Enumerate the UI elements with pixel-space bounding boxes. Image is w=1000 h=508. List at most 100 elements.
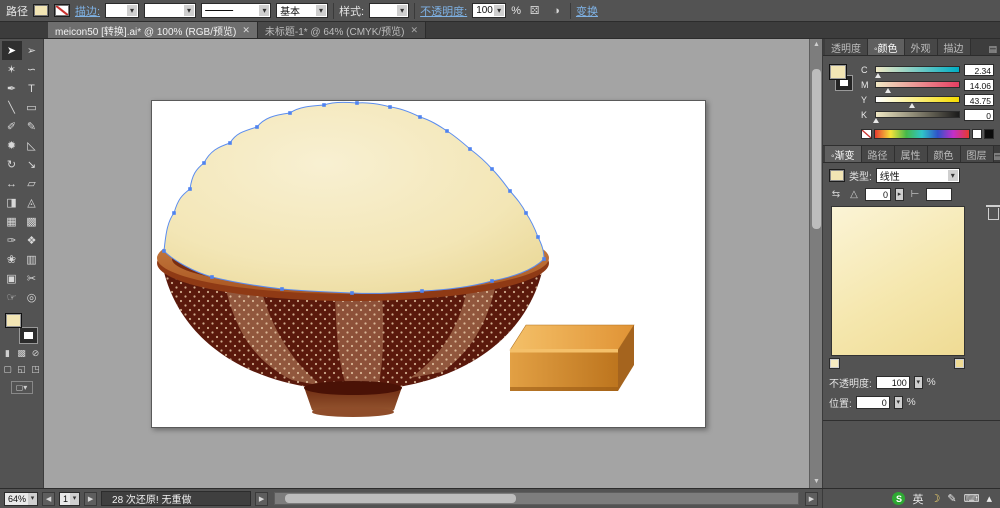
zoom-level-combo[interactable]: 64%	[4, 491, 39, 506]
channel-value-input[interactable]: 43.75	[964, 93, 994, 106]
direct-selection-tool[interactable]: ➢	[22, 41, 42, 60]
horizontal-scroll-thumb[interactable]	[285, 494, 516, 503]
fill-stroke-widget[interactable]	[4, 313, 39, 343]
stroke-swatch[interactable]	[19, 328, 37, 343]
gradient-stop-end[interactable]	[954, 358, 965, 369]
gradient-tool[interactable]: ▩	[22, 212, 42, 231]
free-transform-tool[interactable]: ▱	[22, 174, 42, 193]
delete-stop-icon[interactable]	[986, 205, 1000, 220]
magic-wand-tool[interactable]: ✶	[2, 60, 22, 79]
gradient-type-combo[interactable]: 线性	[875, 168, 960, 183]
none-swatch-icon[interactable]	[861, 129, 872, 139]
channel-value-input[interactable]: 2.34	[964, 63, 994, 76]
shape-mode-icon[interactable]: ◑	[548, 3, 565, 19]
anchor-point[interactable]	[490, 167, 494, 171]
anchor-point[interactable]	[280, 287, 284, 291]
scroll-right-icon[interactable]: ▶	[805, 491, 818, 506]
paintbrush-tool[interactable]: ✐	[2, 117, 22, 136]
pencil-tool[interactable]: ✎	[22, 117, 42, 136]
black-swatch[interactable]	[984, 129, 994, 139]
status-menu-icon[interactable]: ▶	[255, 491, 269, 506]
perspective-grid-tool[interactable]: ◬	[22, 193, 42, 212]
horizontal-scrollbar[interactable]	[274, 492, 799, 505]
graphic-style-combo[interactable]	[369, 3, 410, 18]
anchor-point[interactable]	[255, 125, 259, 129]
document-tab[interactable]: meicon50 [转换].ai* @ 100% (RGB/预览) ✕	[48, 22, 258, 38]
gradient-swatch[interactable]	[829, 169, 845, 182]
eyedropper-tool[interactable]: ✑	[2, 231, 22, 250]
anchor-point[interactable]	[228, 141, 232, 145]
artboard[interactable]	[151, 100, 706, 428]
panel-menu-icon[interactable]: ▤	[988, 44, 997, 55]
screen-mode-button[interactable]: ▢▾	[10, 381, 33, 394]
moon-icon[interactable]: ☽	[930, 492, 940, 505]
anchor-point[interactable]	[188, 187, 192, 191]
brush-definition-combo[interactable]: ———	[201, 3, 272, 18]
gradient-mode-icon[interactable]: ▩	[16, 348, 27, 359]
draw-normal-icon[interactable]: ▢	[2, 364, 13, 375]
sogou-icon[interactable]: S	[892, 492, 906, 505]
blob-brush-tool[interactable]: ✹	[2, 136, 22, 155]
channel-slider[interactable]	[875, 81, 960, 93]
channel-slider[interactable]	[873, 111, 960, 123]
anchor-point[interactable]	[322, 103, 326, 107]
channel-value-input[interactable]: 14.06	[964, 78, 994, 91]
anchor-point[interactable]	[350, 291, 354, 295]
canvas-area[interactable]: ▲ ▼	[44, 39, 822, 488]
anchor-point[interactable]	[468, 147, 472, 151]
gradient-aspect-input[interactable]	[926, 188, 952, 201]
anchor-point[interactable]	[490, 279, 494, 283]
stroke-color-swatch[interactable]	[54, 4, 70, 17]
anchor-point[interactable]	[162, 249, 166, 253]
mesh-tool[interactable]: ▦	[2, 212, 22, 231]
pen-tool[interactable]: ✒	[2, 79, 22, 98]
slider-thumb-icon[interactable]	[909, 103, 916, 108]
vertical-scrollbar[interactable]: ▲ ▼	[809, 39, 822, 488]
transform-link[interactable]: 变换	[576, 3, 598, 19]
panel-tab[interactable]: 属性	[894, 146, 928, 162]
keyboard-icon[interactable]: ⌨	[964, 492, 980, 505]
gradient-opacity-input[interactable]: 100	[875, 376, 910, 389]
type-tool[interactable]: T	[22, 79, 42, 98]
gradient-stop-start[interactable]	[829, 358, 840, 369]
close-icon[interactable]: ✕	[411, 25, 419, 36]
shape-builder-tool[interactable]: ◨	[2, 193, 22, 212]
anchor-point[interactable]	[418, 115, 422, 119]
anchor-point[interactable]	[445, 129, 449, 133]
white-swatch[interactable]	[972, 129, 982, 139]
spinner-icon[interactable]: ▾	[893, 396, 903, 409]
anchor-point[interactable]	[508, 189, 512, 193]
gradient-position-input[interactable]: 0	[855, 396, 890, 409]
panel-tab[interactable]: 描边	[937, 39, 971, 55]
stroke-link[interactable]: 描边:	[75, 3, 100, 19]
reverse-gradient-icon[interactable]: ⇆	[829, 189, 843, 200]
panel-fill-stroke-widget[interactable]	[829, 62, 855, 102]
bowl-foot[interactable]	[304, 381, 402, 417]
rectangle-tool[interactable]: ▭	[22, 98, 42, 117]
close-icon[interactable]: ✕	[242, 25, 250, 36]
channel-slider[interactable]	[875, 96, 960, 108]
previous-page-icon[interactable]: ◀	[42, 491, 56, 506]
panel-tab[interactable]: 外观	[904, 39, 938, 55]
hand-tool[interactable]: ☞	[2, 288, 22, 307]
fill-color-swatch[interactable]	[33, 4, 49, 17]
document-tab[interactable]: 未标题-1* @ 64% (CMYK/预览) ✕	[257, 22, 427, 38]
anchor-point[interactable]	[355, 101, 359, 105]
anchor-point[interactable]	[288, 111, 292, 115]
none-mode-icon[interactable]: ⊘	[30, 348, 41, 359]
rotate-tool[interactable]: ↻	[2, 155, 22, 174]
zoom-tool[interactable]: ◎	[22, 288, 42, 307]
gradient-preview[interactable]	[831, 206, 965, 356]
basic-appearance-combo[interactable]: 基本	[276, 3, 329, 18]
panel-tab[interactable]: 路径	[861, 146, 895, 162]
scroll-down-icon[interactable]: ▼	[810, 476, 822, 488]
artboard-tool[interactable]: ▣	[2, 269, 22, 288]
blend-tool[interactable]: ❖	[22, 231, 42, 250]
page-number-combo[interactable]: 1	[59, 491, 81, 506]
status-display[interactable]: 28 次还原! 无重做	[101, 491, 252, 506]
stroke-width-combo[interactable]	[105, 3, 140, 18]
lasso-tool[interactable]: ∽	[22, 60, 42, 79]
draw-inside-icon[interactable]: ◳	[30, 364, 41, 375]
width-tool[interactable]: ↔	[2, 174, 22, 193]
variable-width-combo[interactable]	[144, 3, 197, 18]
